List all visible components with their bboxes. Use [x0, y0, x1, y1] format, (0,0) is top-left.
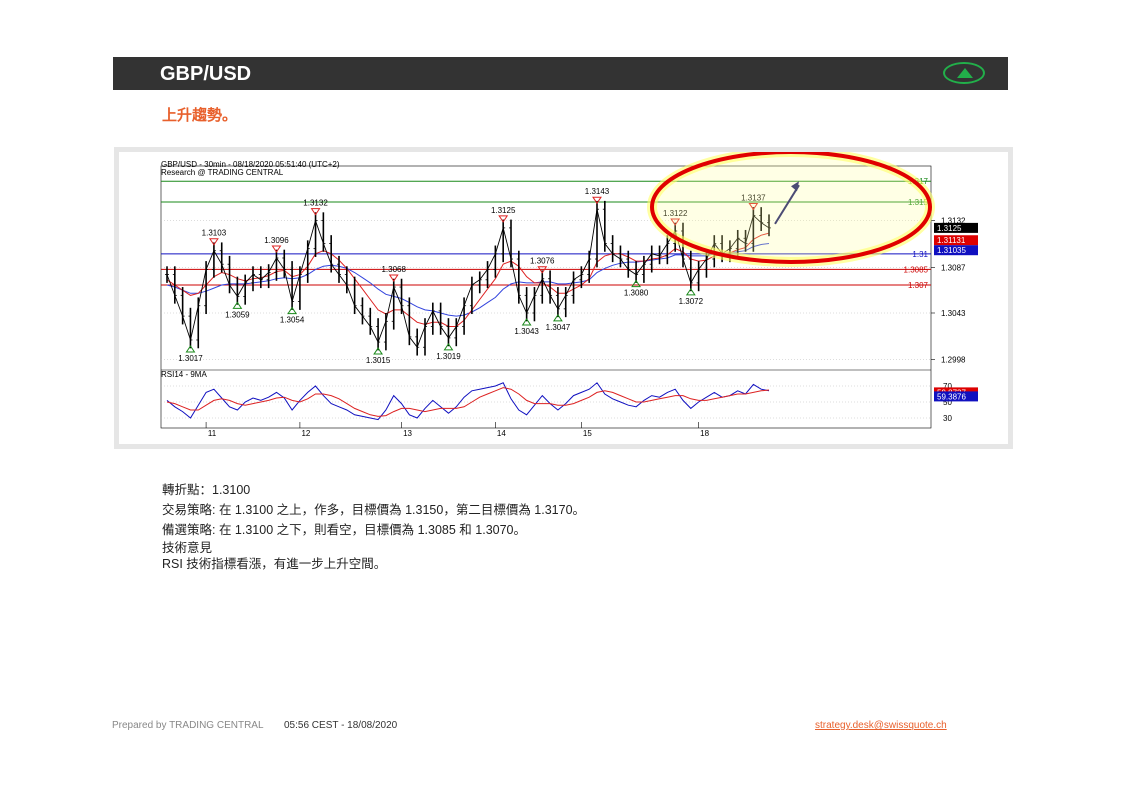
pivot-text: 轉折點：1.3100	[162, 483, 251, 497]
x-tick-label: 12	[301, 429, 310, 438]
swing-low-label: 1.3054	[280, 316, 305, 325]
rsi-line	[166, 382, 770, 421]
swing-low-label: 1.3080	[624, 289, 649, 298]
x-tick-label: 15	[583, 429, 592, 438]
level-label: 1.3085	[904, 265, 929, 274]
strategy-text: 交易策略: 在 1.3100 之上，作多，目標價為 1.3150，第二目標價為 …	[162, 503, 586, 517]
swing-low-marker	[373, 347, 384, 355]
swing-high-marker	[498, 215, 509, 223]
swing-high-label: 1.3068	[381, 265, 406, 274]
rsi-label: RSI14 - 9MA	[161, 370, 207, 379]
x-tick-label: 11	[208, 429, 217, 438]
swing-low-label: 1.3059	[225, 310, 250, 319]
x-tick-label: 18	[700, 429, 709, 438]
swing-high-label: 1.3143	[585, 187, 610, 196]
opinion-title: 技術意見	[162, 541, 213, 555]
analysis-notes: 轉折點：1.3100 交易策略: 在 1.3100 之上，作多，目標價為 1.3…	[162, 480, 585, 572]
last-price-tag: 1.3125	[937, 224, 962, 233]
red-ma-tag: 1.31131	[937, 236, 966, 245]
x-tick-label: 14	[497, 429, 506, 438]
y-tick-label: 1.3043	[941, 309, 966, 318]
swing-low-label: 1.3015	[366, 356, 391, 365]
chart-source: Research @ TRADING CENTRAL	[161, 168, 284, 177]
y-tick-label: 1.3087	[941, 263, 966, 272]
trend-toggle-button[interactable]	[943, 62, 985, 84]
chart-frame: 1.317 1.315 1.31 1.3085 1.307 1.3017 1.3103 1.3…	[114, 147, 1013, 449]
page-title: GBP/USD	[160, 63, 252, 85]
swing-high-marker	[310, 208, 321, 216]
swing-low-marker	[521, 318, 532, 326]
ma-red-line	[166, 232, 770, 327]
header-bar: GBP/USD	[113, 57, 1008, 90]
swing-low-label: 1.3072	[679, 297, 704, 306]
swing-high-marker	[208, 238, 219, 246]
swing-low-marker	[685, 287, 696, 296]
swing-high-label: 1.3096	[264, 236, 289, 245]
swing-high-label: 1.3103	[202, 229, 227, 238]
level-label: 1.31	[912, 250, 928, 259]
swing-low-marker	[552, 313, 563, 322]
opinion-text: RSI 技術指標看漲，有進一步上升空間。	[162, 557, 387, 571]
swing-low-label: 1.3017	[178, 354, 203, 363]
y-tick-label: 1.2998	[941, 356, 966, 365]
blue-ma-tag: 1.31035	[937, 246, 966, 255]
x-tick-label: 13	[403, 429, 412, 438]
swing-low-label: 1.3043	[514, 327, 539, 336]
swing-high-label: 1.3076	[530, 257, 555, 266]
swing-high-label: 1.3125	[491, 206, 516, 215]
prepared-by: Prepared by TRADING CENTRAL	[112, 720, 264, 731]
rsi-ma-tag: 59.3876	[937, 392, 966, 401]
trend-subtitle: 上升趨勢。	[162, 107, 238, 124]
report-timestamp: 05:56 CEST - 18/08/2020	[284, 720, 398, 731]
rsi-tick-label: 30	[943, 414, 952, 423]
swing-high-marker	[388, 274, 399, 282]
swing-low-marker	[443, 343, 454, 351]
up-triangle-icon	[957, 68, 973, 78]
chart-panel: 1.317 1.315 1.31 1.3085 1.307 1.3017 1.3103 1.3…	[119, 147, 1008, 444]
swing-high-marker	[271, 245, 282, 253]
alternative-text: 備選策略: 在 1.3100 之下，則看空，目標價為 1.3085 和 1.30…	[162, 523, 527, 537]
swing-low-marker	[185, 345, 196, 353]
price-chart: 1.3171.3151.311.30851.3071.30171.31031.3…	[160, 147, 978, 438]
swing-low-marker	[631, 279, 642, 288]
swing-low-marker	[287, 306, 298, 315]
swing-low-label: 1.3047	[546, 323, 571, 332]
contact-email-link[interactable]: strategy.desk@swissquote.ch	[815, 720, 947, 731]
swing-low-label: 1.3019	[436, 352, 461, 361]
swing-low-marker	[232, 301, 243, 309]
swing-high-label: 1.3132	[303, 199, 328, 208]
level-label: 1.307	[908, 281, 929, 290]
